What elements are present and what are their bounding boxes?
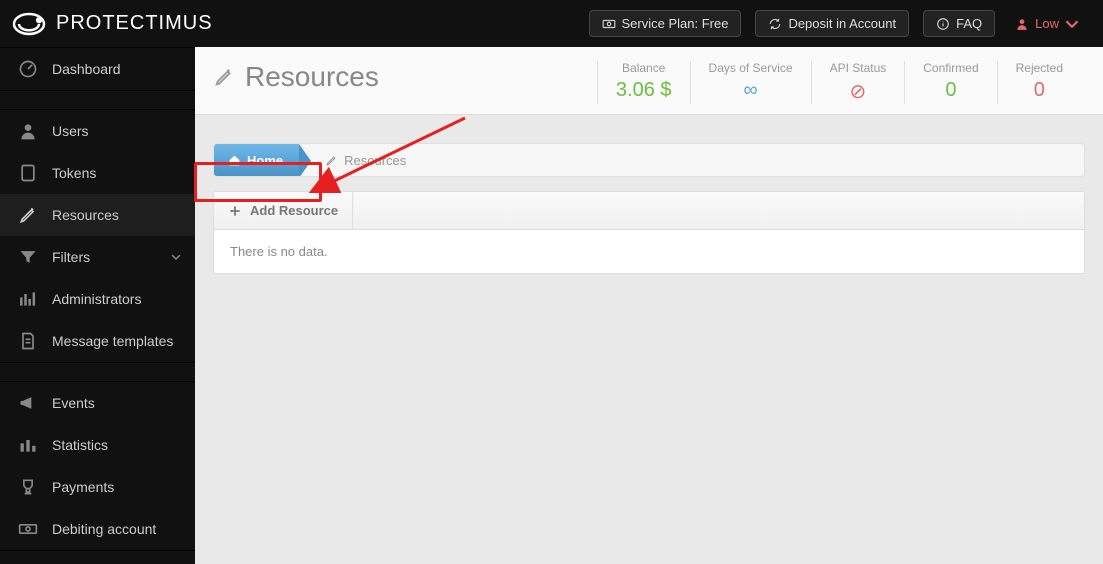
sidebar-item-templates[interactable]: Message templates xyxy=(0,320,195,362)
main-area: Resources Balance 3.06 $ Days of Service… xyxy=(195,47,1103,564)
sidebar-item-label: Administrators xyxy=(52,291,141,307)
money-icon xyxy=(602,17,616,31)
breadcrumb-home[interactable]: Home xyxy=(214,144,299,176)
sidebar-item-tokens[interactable]: Tokens xyxy=(0,152,195,194)
stat-label: Rejected xyxy=(1016,61,1063,75)
sidebar-item-payments[interactable]: Payments xyxy=(0,466,195,508)
sidebar-item-resources[interactable]: Resources xyxy=(0,194,195,236)
stat-confirmed: Confirmed 0 xyxy=(904,61,996,104)
user-icon xyxy=(18,121,38,141)
sidebar-item-label: Resources xyxy=(52,207,119,223)
content-area: Home Resources Add Resource There is no … xyxy=(195,115,1103,292)
infinity-icon: ∞ xyxy=(709,79,793,102)
breadcrumb: Home Resources xyxy=(213,143,1085,177)
stat-days: Days of Service ∞ xyxy=(690,61,811,104)
deposit-button[interactable]: Deposit in Account xyxy=(755,10,909,37)
caret-down-icon xyxy=(1065,17,1079,31)
add-resource-label: Add Resource xyxy=(250,203,338,218)
edit-icon xyxy=(325,154,338,167)
stat-value: 0 xyxy=(1016,79,1063,102)
stat-value: 0 xyxy=(923,79,978,102)
device-icon xyxy=(18,163,38,183)
caret-down-icon xyxy=(171,252,181,262)
page-title: Resources xyxy=(213,61,379,93)
cash-icon xyxy=(18,519,38,539)
filter-icon xyxy=(18,247,38,267)
document-icon xyxy=(18,331,38,351)
megaphone-icon xyxy=(18,393,38,413)
add-resource-button[interactable]: Add Resource xyxy=(214,192,353,229)
sidebar-item-users[interactable]: Users xyxy=(0,110,195,152)
edit-icon xyxy=(213,66,235,88)
faq-label: FAQ xyxy=(956,16,982,31)
sidebar-item-label: Tokens xyxy=(52,165,96,181)
sidebar-item-label: Events xyxy=(52,395,95,411)
user-name: Low xyxy=(1035,16,1059,31)
sidebar-item-dashboard[interactable]: Dashboard xyxy=(0,48,195,90)
sidebar-item-administrators[interactable]: Administrators xyxy=(0,278,195,320)
protectimus-logo-icon xyxy=(8,9,50,39)
home-icon xyxy=(228,154,241,167)
sidebar: Dashboard Users Tokens Resources Filters… xyxy=(0,47,195,564)
brand-text: PROTECTIMUS xyxy=(56,12,213,35)
info-icon xyxy=(936,17,950,31)
service-plan-label: Service Plan: Free xyxy=(622,16,729,31)
user-icon xyxy=(1015,17,1029,31)
sidebar-item-events[interactable]: Events xyxy=(0,382,195,424)
sidebar-item-label: Payments xyxy=(52,479,114,495)
stat-balance: Balance 3.06 $ xyxy=(597,61,690,104)
chart-icon xyxy=(18,435,38,455)
stat-label: Confirmed xyxy=(923,61,978,75)
blocked-icon: ⊘ xyxy=(830,79,887,104)
sidebar-item-debiting[interactable]: Debiting account xyxy=(0,508,195,550)
sidebar-item-label: Debiting account xyxy=(52,521,156,537)
stats-row: Balance 3.06 $ Days of Service ∞ API Sta… xyxy=(597,61,1081,104)
bars-icon xyxy=(18,289,38,309)
gauge-icon xyxy=(18,59,38,79)
plus-icon xyxy=(228,204,242,218)
panel-header: Add Resource xyxy=(214,192,1084,230)
sidebar-item-label: Filters xyxy=(52,249,90,265)
user-menu[interactable]: Low xyxy=(1009,16,1085,31)
sidebar-item-label: Statistics xyxy=(52,437,108,453)
breadcrumb-current[interactable]: Resources xyxy=(299,153,420,168)
refresh-icon xyxy=(768,17,782,31)
stat-label: Days of Service xyxy=(709,61,793,75)
stat-rejected: Rejected 0 xyxy=(997,61,1081,104)
sidebar-item-label: Dashboard xyxy=(52,61,121,77)
stat-label: Balance xyxy=(616,61,672,75)
faq-button[interactable]: FAQ xyxy=(923,10,995,37)
stat-label: API Status xyxy=(830,61,887,75)
edit-icon xyxy=(18,205,38,225)
sidebar-item-filters[interactable]: Filters xyxy=(0,236,195,278)
sidebar-item-statistics[interactable]: Statistics xyxy=(0,424,195,466)
empty-message: There is no data. xyxy=(230,244,328,259)
panel-body: There is no data. xyxy=(214,230,1084,273)
stat-value: 3.06 $ xyxy=(616,79,672,102)
sidebar-item-label: Message templates xyxy=(52,333,173,349)
trophy-icon xyxy=(18,477,38,497)
top-bar: PROTECTIMUS Service Plan: Free Deposit i… xyxy=(0,0,1103,47)
resources-panel: Add Resource There is no data. xyxy=(213,191,1085,274)
service-plan-button[interactable]: Service Plan: Free xyxy=(589,10,742,37)
deposit-label: Deposit in Account xyxy=(788,16,896,31)
page-header: Resources Balance 3.06 $ Days of Service… xyxy=(195,47,1103,115)
stat-api: API Status ⊘ xyxy=(811,61,905,104)
sidebar-item-label: Users xyxy=(52,123,89,139)
brand-logo[interactable]: PROTECTIMUS xyxy=(0,9,213,39)
